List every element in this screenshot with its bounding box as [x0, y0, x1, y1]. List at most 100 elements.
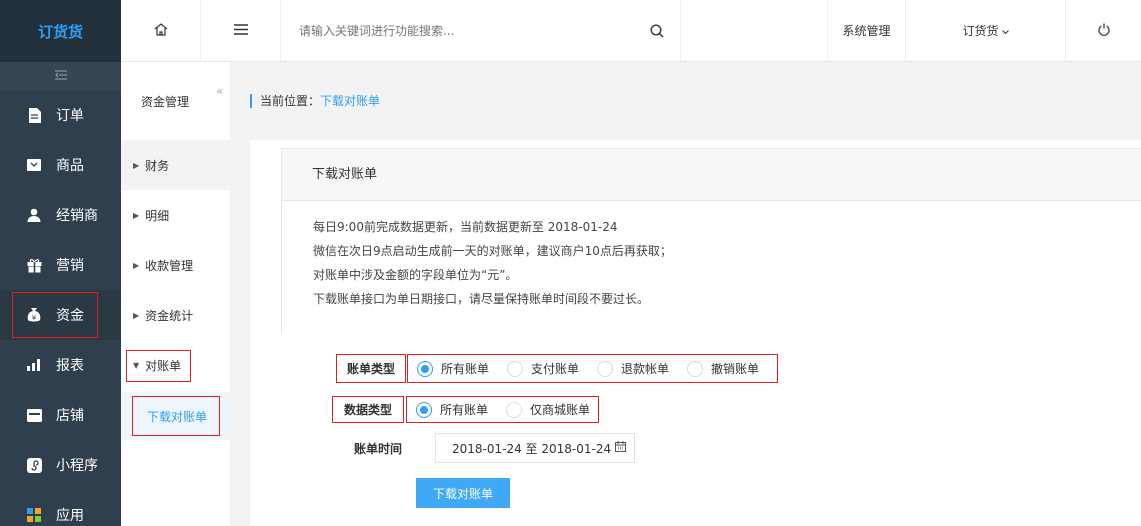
bill-type-payment[interactable]: 支付账单 — [507, 360, 579, 377]
sidebar-item-products[interactable]: 商品 — [0, 140, 121, 190]
radio-label: 退款帐单 — [621, 362, 670, 376]
bill-type-all[interactable]: 所有账单 — [417, 360, 489, 377]
date-range-value: 2018-01-24 至 2018-01-24 — [452, 441, 612, 456]
date-range-picker[interactable]: 2018-01-24 至 2018-01-24 — [435, 433, 635, 463]
subnav-item-collections[interactable]: ▶ 收款管理 — [121, 240, 230, 290]
caret-right-icon: ▶ — [133, 210, 140, 220]
sidebar-collapse-toggle[interactable] — [0, 62, 121, 90]
sidebar-item-apps[interactable]: 应用 — [0, 490, 121, 526]
subnav-item-finance[interactable]: ▶ 财务 — [121, 140, 230, 190]
sidebar-item-label: 店铺 — [56, 408, 84, 424]
gift-icon — [26, 257, 42, 273]
sidebar-item-marketing[interactable]: 营销 — [0, 240, 121, 290]
box-icon — [26, 157, 42, 173]
radio-unchecked[interactable] — [597, 360, 614, 377]
mini-program-icon — [26, 457, 42, 473]
main-sidebar: 订货货 订单 商品 经销商 营销 ¥ 资金 报表 店铺 小程序 应用 — [0, 0, 121, 526]
funds-subnav: 资金管理 « ▶ 财务 ▶ 明细 ▶ 收款管理 ▶ 资金统计 ▼ 对账单 下载对… — [121, 62, 230, 526]
apps-icon — [26, 507, 42, 523]
download-statement-button[interactable]: 下载对账单 — [416, 478, 510, 508]
subnav-item-details[interactable]: ▶ 明细 — [121, 190, 230, 240]
bill-type-revoke[interactable]: 撤销账单 — [687, 360, 759, 377]
subnav-item-label: 下载对账单 — [147, 409, 208, 424]
download-statement-panel: 下载对账单 每日9:00前完成数据更新，当前数据更新至 2018-01-24 微… — [250, 140, 1141, 526]
breadcrumb-prefix: 当前位置： — [260, 94, 321, 108]
subnav-item-label: 资金统计 — [145, 308, 194, 323]
notice-line: 微信在次日9点启动生成前一天的对账单，建议商户10点后再获取； — [313, 244, 672, 258]
notice-text: 每日9:00前完成数据更新，当前数据更新至 2018-01-24 微信在次日9点… — [282, 201, 1141, 334]
home-icon — [154, 22, 168, 39]
top-header: 系统管理 订货货 — [121, 0, 1141, 62]
logout-button[interactable] — [1066, 0, 1141, 61]
sidebar-item-label: 报表 — [56, 358, 84, 374]
subnav-item-label: 财务 — [145, 158, 170, 173]
radio-label: 支付账单 — [531, 362, 580, 376]
user-icon — [26, 207, 42, 223]
account-dropdown[interactable]: 订货货 — [906, 0, 1066, 61]
sidebar-item-reports[interactable]: 报表 — [0, 340, 121, 390]
function-search-bar — [281, 0, 681, 61]
subnav-title: 资金管理 « — [121, 62, 230, 140]
sidebar-item-label: 小程序 — [56, 458, 98, 474]
sidebar-item-dealers[interactable]: 经销商 — [0, 190, 121, 240]
search-input[interactable] — [299, 23, 639, 38]
subnav-title-text: 资金管理 — [141, 94, 190, 109]
hamburger-menu-icon — [233, 23, 248, 38]
bill-type-label: 账单类型 — [336, 354, 406, 383]
notice-line: 每日9:00前完成数据更新，当前数据更新至 2018-01-24 — [313, 220, 618, 234]
document-icon — [26, 107, 42, 123]
radio-label: 所有账单 — [440, 403, 489, 417]
bill-type-refund[interactable]: 退款帐单 — [597, 360, 669, 377]
radio-label: 所有账单 — [441, 362, 490, 376]
bill-type-radio-group: 所有账单 支付账单 退款帐单 撤销账单 — [407, 354, 778, 383]
collapse-menu-icon — [54, 69, 67, 83]
notice-line: 下载账单接口为单日期接口，请尽量保持账单时间段不要过长。 — [313, 292, 650, 306]
bill-time-label: 账单时间 — [354, 441, 403, 456]
sidebar-item-label: 订单 — [56, 108, 84, 124]
breadcrumb-current[interactable]: 下载对账单 — [320, 94, 380, 108]
sidebar-item-mini-program[interactable]: 小程序 — [0, 440, 121, 490]
svg-text:¥: ¥ — [32, 314, 37, 322]
radio-unchecked[interactable] — [507, 360, 524, 377]
sidebar-item-orders[interactable]: 订单 — [0, 90, 121, 140]
sidebar-item-store[interactable]: 店铺 — [0, 390, 121, 440]
header-spacer — [681, 0, 828, 61]
system-management-menu[interactable]: 系统管理 — [828, 0, 906, 61]
sidebar-item-label: 应用 — [56, 508, 84, 524]
notice-line: 对账单中涉及金额的字段单位为“元”。 — [313, 268, 518, 282]
data-type-mall-only[interactable]: 仅商城账单 — [506, 401, 590, 418]
caret-down-icon: ▼ — [133, 360, 140, 370]
subnav-item-label: 明细 — [145, 208, 170, 223]
data-type-row: 数据类型 所有账单 仅商城账单 — [332, 396, 599, 423]
sidebar-item-label: 商品 — [56, 158, 84, 174]
account-name: 订货货 — [962, 24, 999, 38]
caret-right-icon: ▶ — [133, 310, 140, 320]
sidebar-item-label: 资金 — [56, 308, 84, 324]
power-icon — [1097, 23, 1110, 39]
radio-checked[interactable] — [417, 360, 433, 377]
radio-label: 撤销账单 — [711, 362, 760, 376]
panel-title: 下载对账单 — [282, 149, 1141, 201]
subnav-item-label: 对账单 — [145, 358, 182, 373]
radio-label: 仅商城账单 — [530, 403, 591, 417]
money-bag-icon: ¥ — [26, 307, 42, 323]
sidebar-item-label: 经销商 — [56, 208, 98, 224]
radio-unchecked[interactable] — [506, 401, 523, 418]
bill-time-row: 账单时间 2018-01-24 至 2018-01-24 — [354, 433, 635, 463]
menu-toggle-button[interactable] — [201, 0, 281, 61]
breadcrumb: 当前位置：下载对账单 — [250, 94, 380, 108]
subnav-group-statements[interactable]: ▼ 对账单 — [121, 340, 230, 390]
radio-checked[interactable] — [416, 401, 432, 418]
data-type-all[interactable]: 所有账单 — [416, 401, 488, 418]
sidebar-item-funds[interactable]: ¥ 资金 — [0, 290, 121, 340]
double-chevron-left-icon[interactable]: « — [216, 84, 230, 98]
subnav-item-fund-stats[interactable]: ▶ 资金统计 — [121, 290, 230, 340]
system-management-label: 系统管理 — [842, 24, 891, 38]
sidebar-item-label: 营销 — [56, 258, 84, 274]
subnav-item-download-statement[interactable]: 下载对账单 — [121, 392, 230, 440]
notice-box: 下载对账单 每日9:00前完成数据更新，当前数据更新至 2018-01-24 微… — [281, 148, 1141, 334]
radio-unchecked[interactable] — [687, 360, 704, 377]
home-button[interactable] — [121, 0, 201, 61]
app-logo[interactable]: 订货货 — [0, 0, 121, 62]
search-icon[interactable] — [650, 24, 664, 41]
